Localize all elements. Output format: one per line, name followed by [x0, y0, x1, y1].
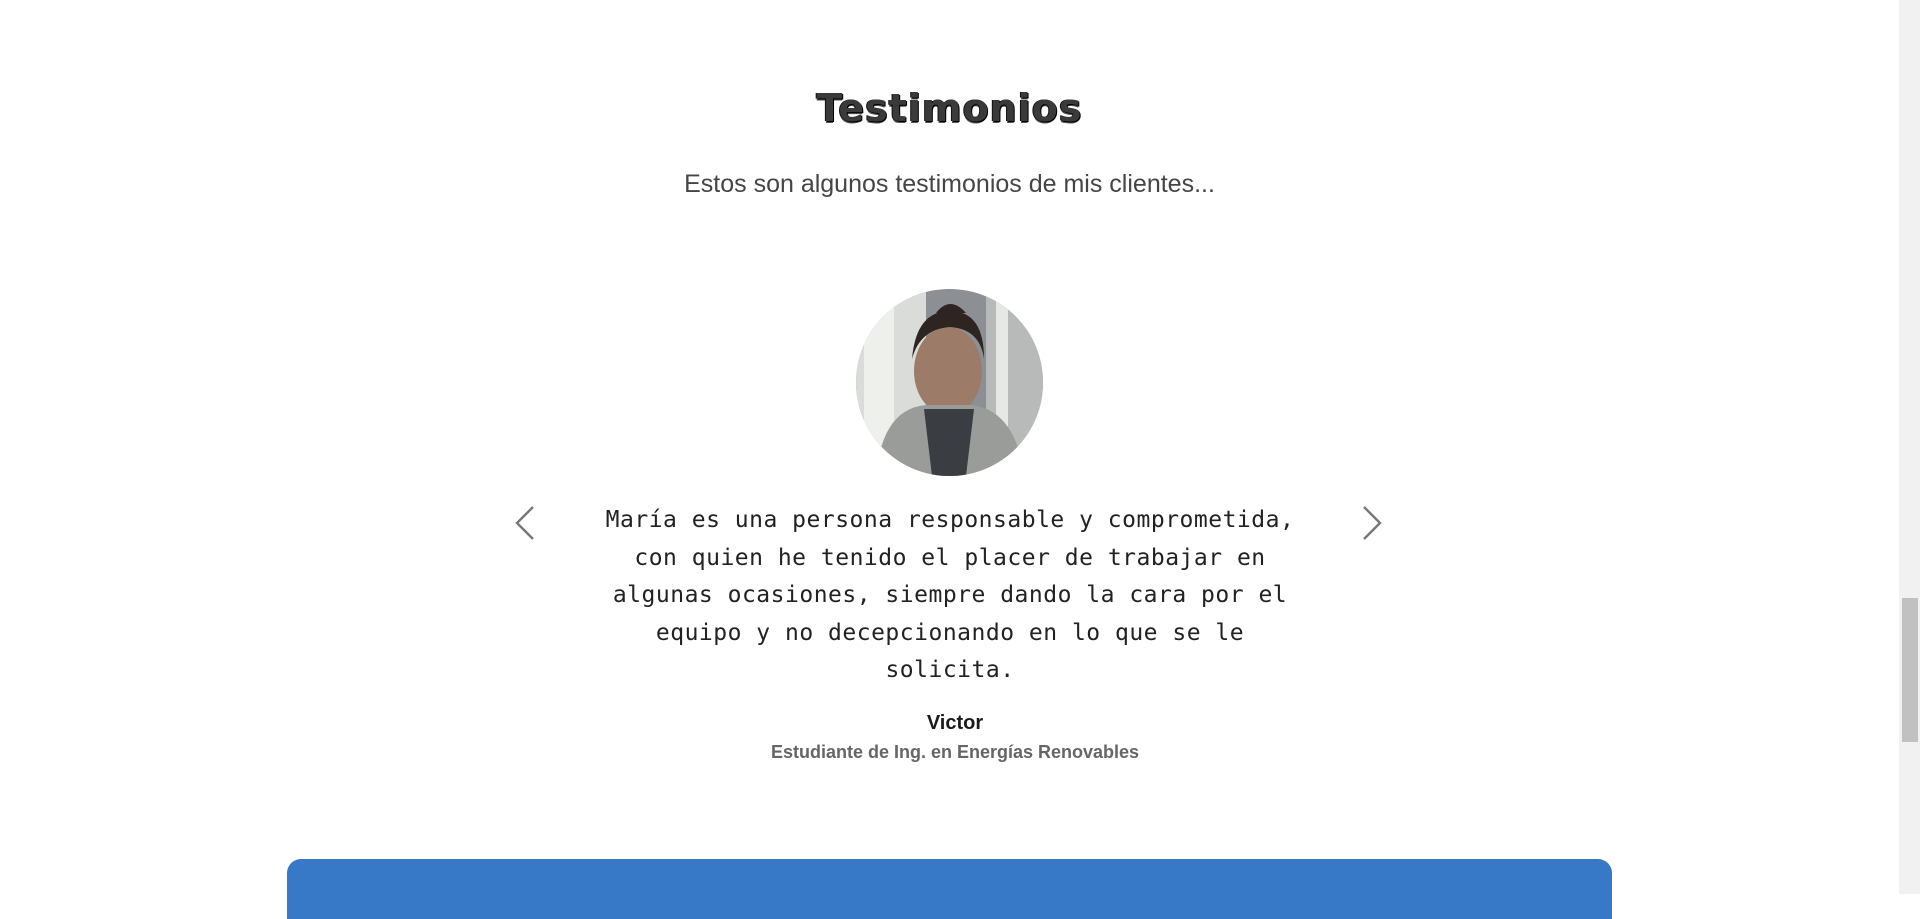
testimonial-carousel: María es una persona responsable y compr…: [505, 280, 1405, 780]
previous-testimonial-button[interactable]: [505, 499, 545, 547]
scrollbar-thumb[interactable]: [1902, 598, 1918, 742]
page: Testimonios Estos son algunos testimonio…: [0, 0, 1899, 919]
testimonial-author-role: Estudiante de Ing. en Energías Renovable…: [770, 742, 1140, 762]
chevron-right-icon: [1363, 506, 1382, 540]
section-subtitle: Estos son algunos testimonios de mis cli…: [684, 170, 1215, 198]
next-section-panel: [287, 859, 1612, 919]
testimonial-author-name: Victor: [926, 712, 984, 734]
client-avatar: [856, 289, 1043, 476]
section-title: Testimonios: [816, 86, 1083, 130]
vertical-scrollbar[interactable]: [1899, 0, 1920, 894]
next-testimonial-button[interactable]: [1352, 499, 1392, 547]
chevron-left-icon: [515, 506, 534, 540]
client-photo: [856, 289, 1043, 476]
testimonial-quote: María es una persona responsable y compr…: [605, 507, 1295, 683]
